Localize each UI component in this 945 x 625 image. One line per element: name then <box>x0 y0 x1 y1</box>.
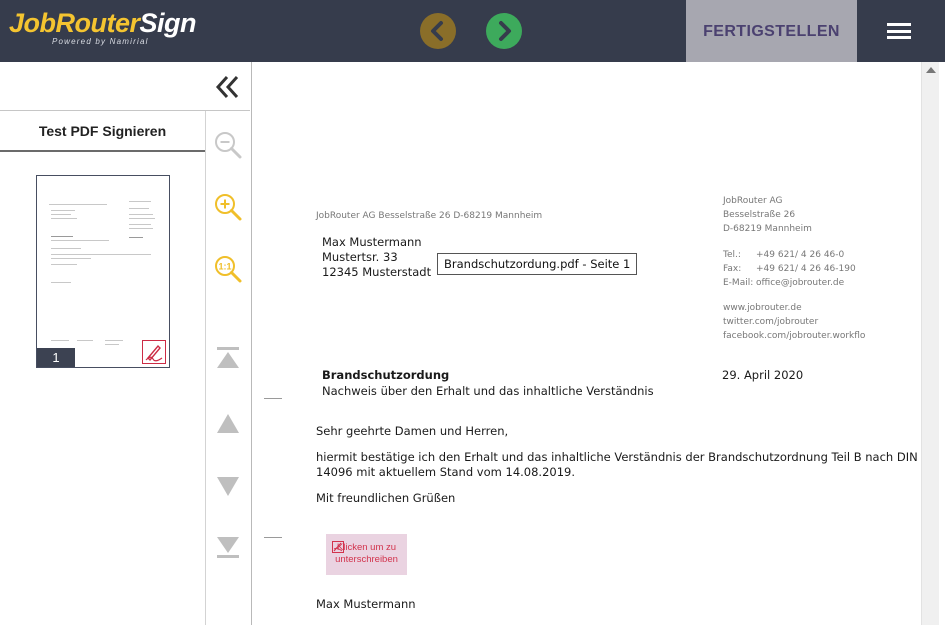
next-button[interactable] <box>486 13 522 49</box>
thumb-line <box>51 282 71 283</box>
signature-field-line: unterschreiben <box>335 554 398 565</box>
thumb-line <box>51 258 91 259</box>
thumb-line <box>129 218 155 219</box>
signer-name: Max Mustermann <box>316 597 416 611</box>
thumb-line <box>129 214 153 215</box>
vertical-scrollbar[interactable] <box>921 62 939 625</box>
body-line: 14096 mit aktuellem Stand vom 14.08.2019… <box>316 465 576 479</box>
tool-column: 1:1 <box>205 111 252 625</box>
thumb-line <box>129 201 151 202</box>
fold-mark <box>264 398 282 399</box>
document-title: Test PDF Signieren <box>0 111 205 152</box>
previous-button[interactable] <box>420 13 456 49</box>
body-line: hiermit bestätige ich den Erhalt und das… <box>316 450 918 464</box>
thumbnail-page-number: 1 <box>37 348 75 367</box>
company-city: D-68219 Mannheim <box>723 224 812 234</box>
double-chevron-left-icon[interactable] <box>215 75 241 99</box>
thumb-line <box>51 214 71 215</box>
recipient-street: Mustertsr. 33 <box>322 250 398 264</box>
recipient-name: Max Mustermann <box>322 235 422 249</box>
recipient-city: 12345 Musterstadt <box>322 265 432 279</box>
last-page-icon[interactable] <box>212 535 244 563</box>
thumb-line <box>129 208 149 209</box>
contact-label: Fax: <box>723 264 742 274</box>
thumb-line <box>77 340 93 341</box>
contact-value: +49 621/ 4 26 46-190 <box>756 264 856 274</box>
thumb-line <box>105 344 119 345</box>
zoom-in-icon[interactable] <box>212 191 244 223</box>
closing: Mit freundlichen Grüßen <box>316 491 456 505</box>
contact-value: +49 621/ 4 26 46-0 <box>756 250 845 260</box>
signature-icon <box>142 340 166 364</box>
zoom-out-icon[interactable] <box>212 129 244 161</box>
contact-value: office@jobrouter.de <box>756 278 845 288</box>
sender-line: JobRouter AG Besselstraße 26 D-68219 Man… <box>316 211 543 221</box>
twitter-link: twitter.com/jobrouter <box>723 317 819 327</box>
thumb-line <box>129 228 153 229</box>
company-street: Besselstraße 26 <box>723 210 796 220</box>
chevron-left-icon <box>431 21 443 41</box>
top-bar: JobRouterSign Powered by Namirial FERTIG… <box>0 0 945 62</box>
salutation: Sehr geehrte Damen und Herren, <box>316 424 509 438</box>
thumb-line <box>51 210 75 211</box>
app-logo: JobRouterSign <box>9 8 196 39</box>
thumb-line <box>51 236 73 237</box>
thumb-line <box>129 224 151 225</box>
next-page-icon[interactable] <box>212 473 244 501</box>
thumb-line <box>51 264 77 265</box>
scroll-up-arrow-icon[interactable] <box>926 67 936 73</box>
zoom-reset-label: 1:1 <box>218 262 231 272</box>
page-tooltip: Brandschutzordung.pdf - Seite 1 <box>437 253 638 275</box>
document-date: 29. April 2020 <box>722 368 804 382</box>
document-subject-sub: Nachweis über den Erhalt und das inhaltl… <box>322 384 654 398</box>
signature-field-label: Klicken um zu unterschreiben <box>326 542 407 566</box>
fold-mark <box>264 537 282 538</box>
logo-sign: Sign <box>139 8 197 38</box>
thumb-line <box>51 340 69 341</box>
signature-field[interactable]: Klicken um zu unterschreiben <box>326 534 407 575</box>
thumb-line <box>129 237 143 238</box>
document-subject: Brandschutzordung <box>322 368 450 382</box>
contact-label: Tel.: <box>723 250 741 260</box>
facebook-link: facebook.com/jobrouter.workflo <box>723 331 866 341</box>
logo-main: JobRouter <box>9 8 140 38</box>
logo-tagline: Powered by Namirial <box>52 37 149 46</box>
sidebar-collapse-bar <box>0 62 250 111</box>
previous-page-icon[interactable] <box>212 411 244 439</box>
thumb-line <box>51 254 151 255</box>
thumb-line <box>105 340 123 341</box>
hamburger-menu-icon[interactable] <box>887 23 911 39</box>
window-edge <box>939 62 945 625</box>
thumb-line <box>51 218 77 219</box>
website-link: www.jobrouter.de <box>723 303 802 313</box>
zoom-reset-icon[interactable]: 1:1 <box>212 253 244 285</box>
page-thumbnail[interactable]: 1 <box>36 175 170 368</box>
finish-button[interactable]: FERTIGSTELLEN <box>686 0 857 62</box>
signature-field-line: Klicken um zu <box>336 542 397 553</box>
chevron-right-icon <box>499 21 511 41</box>
first-page-icon[interactable] <box>212 345 244 373</box>
thumb-line <box>51 248 81 249</box>
company-name: JobRouter AG <box>723 196 783 206</box>
thumb-line <box>49 204 107 205</box>
contact-label: E-Mail: <box>723 278 754 288</box>
thumb-line <box>51 240 109 241</box>
sidebar: Test PDF Signieren 1 1:1 <box>0 62 252 625</box>
